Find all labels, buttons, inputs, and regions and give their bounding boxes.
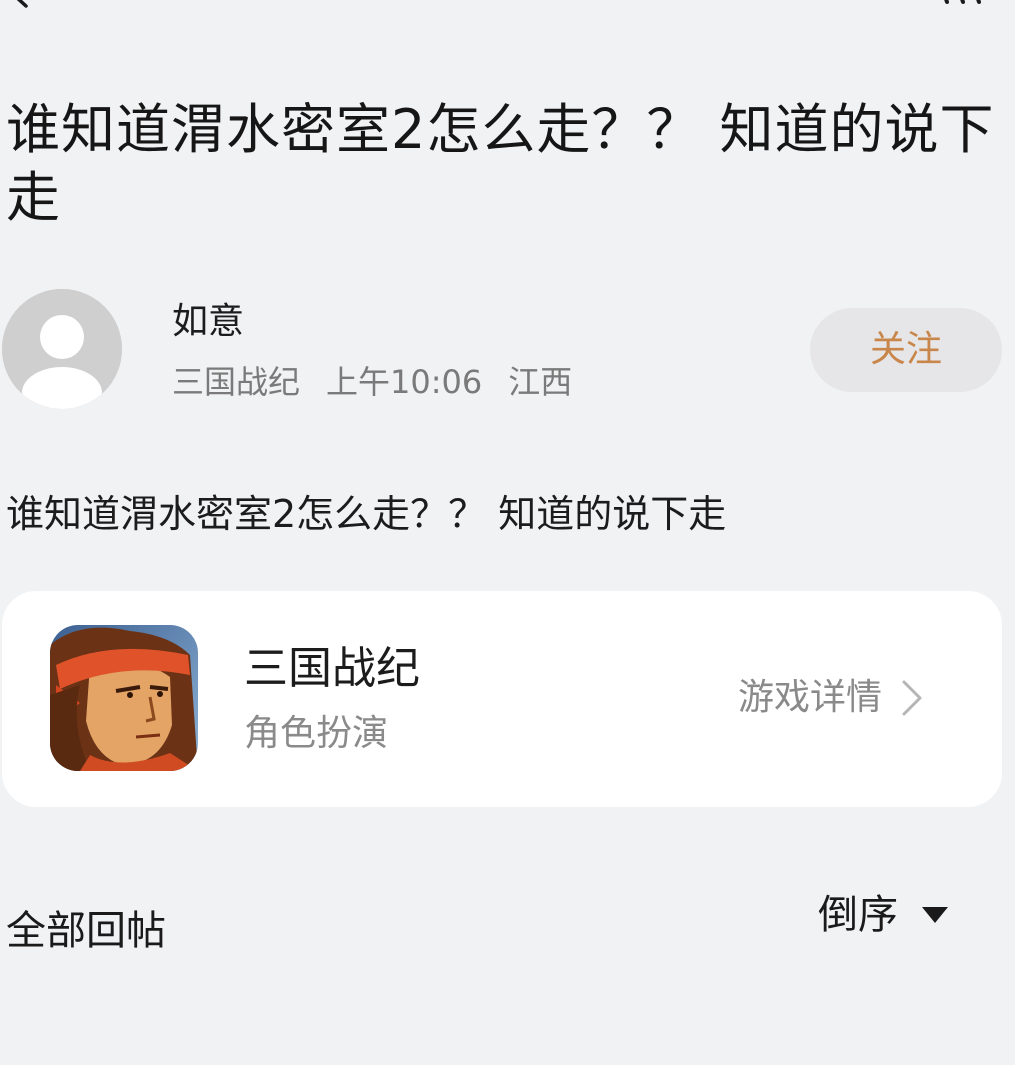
sort-label: 倒序 <box>818 892 898 938</box>
game-detail-label: 游戏详情 <box>738 677 883 718</box>
back-arrow-icon[interactable] <box>6 0 32 8</box>
post-title: 谁知道渭水密室2怎么走？？ 知道的说下走 <box>6 98 995 229</box>
game-genre: 角色扮演 <box>244 713 389 754</box>
all-replies-label: 全部回帖 <box>6 908 166 954</box>
sort-dropdown[interactable]: 倒序 <box>818 888 950 942</box>
game-name: 三国战纪 <box>244 643 420 694</box>
chevron-right-icon <box>902 680 922 716</box>
post-meta: 三国战纪 上午10:06 江西 <box>172 362 598 402</box>
game-icon <box>50 625 198 771</box>
post-body: 谁知道渭水密室2怎么走？？ 知道的说下走 <box>6 492 727 536</box>
game-detail-link[interactable]: 游戏详情 <box>738 675 924 721</box>
meta-game: 三国战纪 <box>172 363 301 401</box>
follow-button[interactable]: 关注 <box>810 308 1002 392</box>
default-avatar-icon <box>2 289 122 409</box>
caret-down-icon <box>922 907 948 923</box>
meta-time: 上午10:06 <box>326 363 483 401</box>
more-icon[interactable] <box>935 0 995 8</box>
meta-location: 江西 <box>508 363 573 401</box>
author-avatar[interactable] <box>2 289 122 409</box>
author-name[interactable]: 如意 <box>172 300 244 344</box>
game-card[interactable]: 三国战纪 角色扮演 游戏详情 <box>2 591 1002 807</box>
